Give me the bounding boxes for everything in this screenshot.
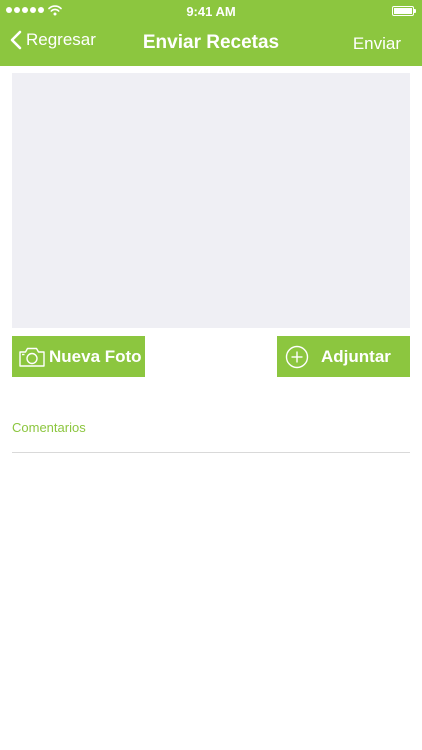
battery-icon [392,6,416,16]
send-button[interactable]: Enviar [353,34,401,54]
navigation-bar: Regresar Enviar Recetas Enviar [0,22,422,66]
new-photo-label: Nueva Foto [49,346,142,366]
photo-preview-area [12,73,410,328]
plus-circle-icon [285,345,309,368]
back-button-label: Regresar [26,30,96,49]
attach-button[interactable]: Adjuntar [277,336,410,377]
comments-label: Comentarios [12,420,86,435]
app-header: 9:41 AM Regresar Enviar Recetas Enviar [0,0,422,66]
attach-label: Adjuntar [321,346,391,366]
back-button[interactable]: Regresar [10,30,96,50]
chevron-left-icon [10,30,22,50]
status-time: 9:41 AM [186,4,236,19]
new-photo-button[interactable]: Nueva Foto [12,336,145,377]
status-bar: 9:41 AM [0,0,422,22]
comments-input[interactable] [12,440,410,453]
camera-icon [19,347,45,367]
